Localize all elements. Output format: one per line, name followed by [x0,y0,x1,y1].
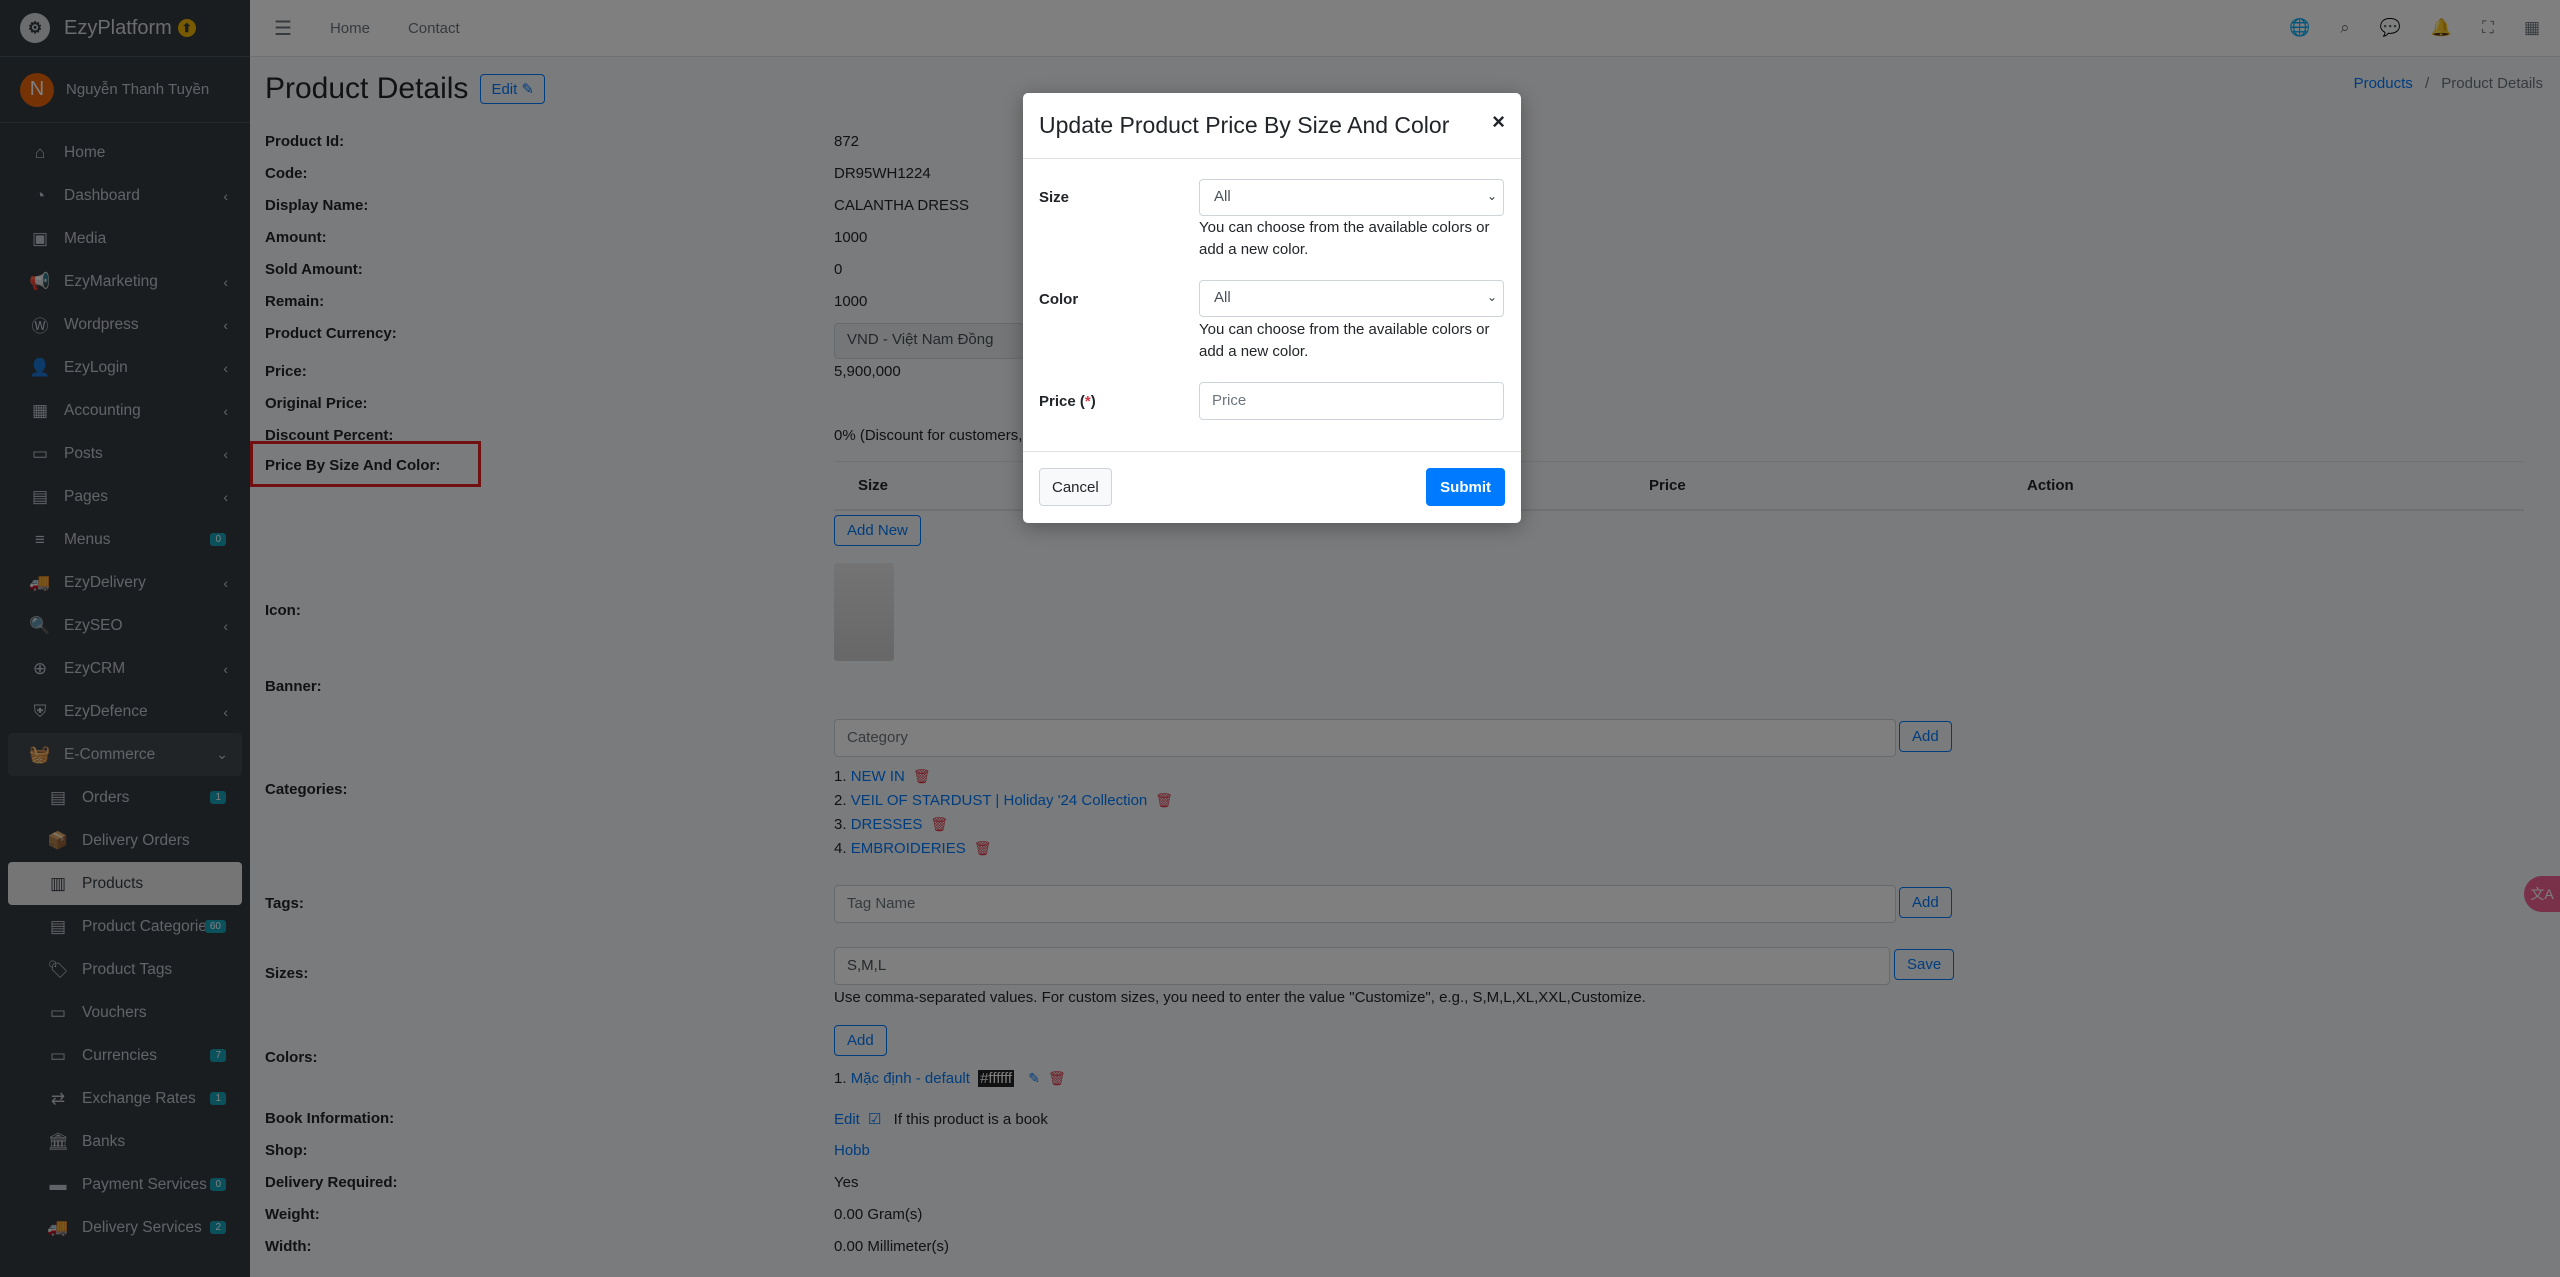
color-selected-value: All [1214,289,1231,306]
modal-title: Update Product Price By Size And Color [1039,112,1450,138]
chevron-down-icon: ⌄ [1486,290,1497,304]
chevron-down-icon: ⌄ [1486,189,1497,203]
color-hint: You can choose from the available colors… [1199,321,1490,360]
price-field-label: Price (*) [1039,393,1096,410]
color-select[interactable]: All ⌄ [1199,280,1504,317]
size-label: Size [1039,189,1070,206]
size-selected-value: All [1214,188,1231,205]
modal-footer: Cancel Submit [1023,451,1521,523]
price-input[interactable]: Price [1199,382,1504,420]
price-label-end: ) [1090,393,1096,410]
cancel-button[interactable]: Cancel [1039,468,1112,506]
submit-button[interactable]: Submit [1426,468,1505,506]
modal-header: Update Product Price By Size And Color × [1023,93,1521,159]
size-select[interactable]: All ⌄ [1199,179,1504,216]
update-price-modal: Update Product Price By Size And Color ×… [1023,93,1521,523]
color-label: Color [1039,291,1079,308]
close-icon[interactable]: × [1492,109,1505,135]
size-hint: You can choose from the available colors… [1199,219,1490,258]
price-label-text: Price ( [1039,393,1085,410]
